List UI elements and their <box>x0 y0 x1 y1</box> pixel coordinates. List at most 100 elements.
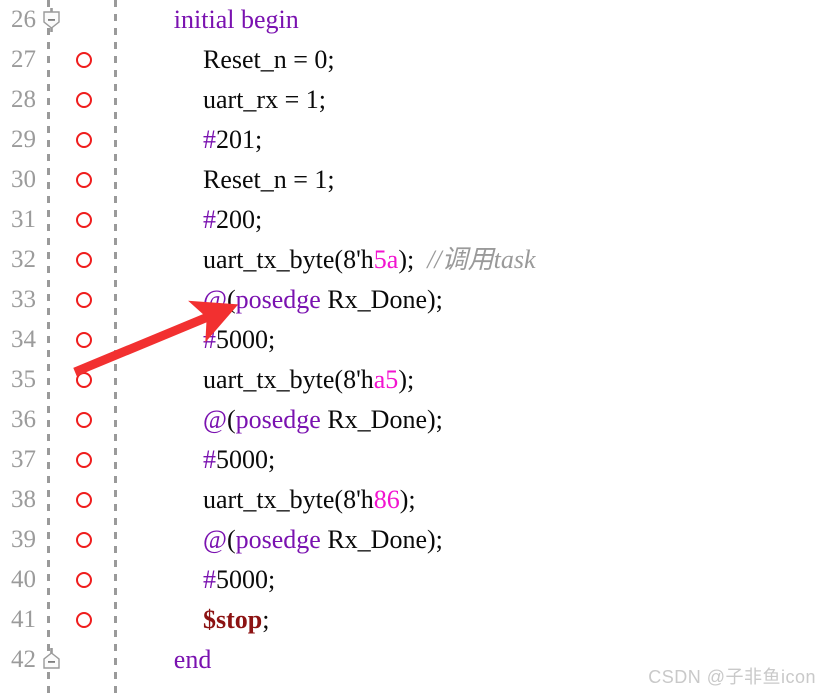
line-number: 39 <box>11 526 36 553</box>
code-text[interactable]: Reset_n = 0; <box>203 40 335 80</box>
code-text[interactable]: #5000; <box>203 560 275 600</box>
code-line-row[interactable]: 32 uart_tx_byte(8'h5a); //调用task <box>0 240 830 280</box>
code-text[interactable]: #5000; <box>203 440 275 480</box>
line-number: 30 <box>11 166 36 193</box>
breakpoint-marker-icon[interactable] <box>76 172 92 188</box>
breakpoint-marker-icon[interactable] <box>76 532 92 548</box>
code-editor-pane: 26 initial begin 27 Reset_n = 0; 28 uart_rx =… <box>0 0 830 697</box>
csdn-watermark: CSDN @子非鱼icon <box>648 667 816 687</box>
line-number: 42 <box>11 646 36 673</box>
breakpoint-marker-icon[interactable] <box>76 292 92 308</box>
code-token-kw: posedge <box>235 285 321 314</box>
breakpoint-marker-icon[interactable] <box>76 52 92 68</box>
code-token-pl: uart_tx_byte(8'h <box>203 365 374 394</box>
line-number: 35 <box>11 366 36 393</box>
code-line-row[interactable]: 31 #200; <box>0 200 830 240</box>
code-text[interactable]: #200; <box>203 200 262 240</box>
code-line-row[interactable]: 40 #5000; <box>0 560 830 600</box>
code-token-kw: # <box>203 445 216 474</box>
code-token-pl: ); <box>398 245 428 274</box>
code-token-pl: uart_tx_byte(8'h <box>203 245 374 274</box>
fold-collapse-down-icon[interactable] <box>42 8 61 32</box>
code-line-row[interactable]: 27 Reset_n = 0; <box>0 40 830 80</box>
code-text[interactable]: uart_tx_byte(8'ha5); <box>203 360 414 400</box>
code-text[interactable]: #201; <box>203 120 262 160</box>
code-line-row[interactable]: 26 initial begin <box>0 0 830 40</box>
code-line-row[interactable]: 37 #5000; <box>0 440 830 480</box>
code-token-pl: ); <box>398 365 415 394</box>
code-line-row[interactable]: 39 @(posedge Rx_Done); <box>0 520 830 560</box>
code-token-pl: ; <box>262 605 270 634</box>
code-line-row[interactable]: 35 uart_tx_byte(8'ha5); <box>0 360 830 400</box>
code-token-hex: 5a <box>373 245 399 274</box>
code-token-kw: initial begin <box>173 5 299 34</box>
code-token-kw: # <box>203 125 216 154</box>
code-token-pl: 5000; <box>216 325 276 354</box>
code-token-pl: Rx_Done); <box>320 405 443 434</box>
code-token-pl: 5000; <box>216 445 276 474</box>
code-text[interactable]: initial begin <box>174 0 299 40</box>
code-text[interactable]: uart_tx_byte(8'h5a); //调用task <box>203 240 536 280</box>
code-token-pl: Reset_n = 1; <box>203 165 335 194</box>
code-token-pl: Rx_Done); <box>320 525 443 554</box>
code-token-cmt: //调用task <box>427 245 536 274</box>
code-line-row[interactable]: 34 #5000; <box>0 320 830 360</box>
fold-collapse-up-icon[interactable] <box>42 648 61 672</box>
breakpoint-marker-icon[interactable] <box>76 492 92 508</box>
code-text[interactable]: @(posedge Rx_Done); <box>203 280 443 320</box>
code-text[interactable]: @(posedge Rx_Done); <box>203 520 443 560</box>
breakpoint-marker-icon[interactable] <box>76 252 92 268</box>
code-text[interactable]: uart_rx = 1; <box>203 80 326 120</box>
code-text[interactable]: Reset_n = 1; <box>203 160 335 200</box>
code-line-row[interactable]: 36 @(posedge Rx_Done); <box>0 400 830 440</box>
line-number: 29 <box>11 126 36 153</box>
code-token-hex: 86 <box>373 485 400 514</box>
line-number: 36 <box>11 406 36 433</box>
code-token-kw: @ <box>203 525 227 554</box>
code-token-kw: posedge <box>235 405 321 434</box>
breakpoint-marker-icon[interactable] <box>76 412 92 428</box>
code-line-row[interactable]: 28 uart_rx = 1; <box>0 80 830 120</box>
code-token-pl: 200; <box>216 205 263 234</box>
breakpoint-marker-icon[interactable] <box>76 452 92 468</box>
code-token-kw: @ <box>203 285 227 314</box>
code-token-pl: ( <box>226 525 236 554</box>
code-token-kw: end <box>173 645 212 674</box>
breakpoint-marker-icon[interactable] <box>76 372 92 388</box>
code-token-pl: 5000; <box>216 565 276 594</box>
code-token-kw: # <box>203 325 216 354</box>
line-number: 41 <box>11 606 36 633</box>
code-token-kw: posedge <box>235 525 321 554</box>
code-line-row[interactable]: 38 uart_tx_byte(8'h86); <box>0 480 830 520</box>
code-line-row[interactable]: 29 #201; <box>0 120 830 160</box>
code-line-row[interactable]: 33 @(posedge Rx_Done); <box>0 280 830 320</box>
code-line-row[interactable]: 41 $stop; <box>0 600 830 640</box>
breakpoint-marker-icon[interactable] <box>76 132 92 148</box>
line-number: 34 <box>11 326 36 353</box>
code-token-pl: ); <box>399 485 416 514</box>
code-text[interactable]: @(posedge Rx_Done); <box>203 400 443 440</box>
line-number: 32 <box>11 246 36 273</box>
line-number: 33 <box>11 286 36 313</box>
breakpoint-marker-icon[interactable] <box>76 332 92 348</box>
code-token-pl: Rx_Done); <box>320 285 443 314</box>
line-number: 40 <box>11 566 36 593</box>
breakpoint-marker-icon[interactable] <box>76 92 92 108</box>
code-text[interactable]: $stop; <box>203 600 269 640</box>
code-token-hex: a5 <box>373 365 399 394</box>
code-token-kw: # <box>203 565 216 594</box>
code-text[interactable]: #5000; <box>203 320 275 360</box>
breakpoint-marker-icon[interactable] <box>76 612 92 628</box>
code-token-pl: ( <box>226 285 236 314</box>
line-number: 31 <box>11 206 36 233</box>
code-text[interactable]: end <box>174 640 212 680</box>
code-token-pl: uart_rx = 1; <box>203 85 326 114</box>
code-token-pl: 201; <box>216 125 263 154</box>
line-number: 26 <box>11 6 36 33</box>
code-token-kw: # <box>203 205 216 234</box>
breakpoint-marker-icon[interactable] <box>76 212 92 228</box>
line-number: 37 <box>11 446 36 473</box>
breakpoint-marker-icon[interactable] <box>76 572 92 588</box>
code-text[interactable]: uart_tx_byte(8'h86); <box>203 480 416 520</box>
code-line-row[interactable]: 30 Reset_n = 1; <box>0 160 830 200</box>
